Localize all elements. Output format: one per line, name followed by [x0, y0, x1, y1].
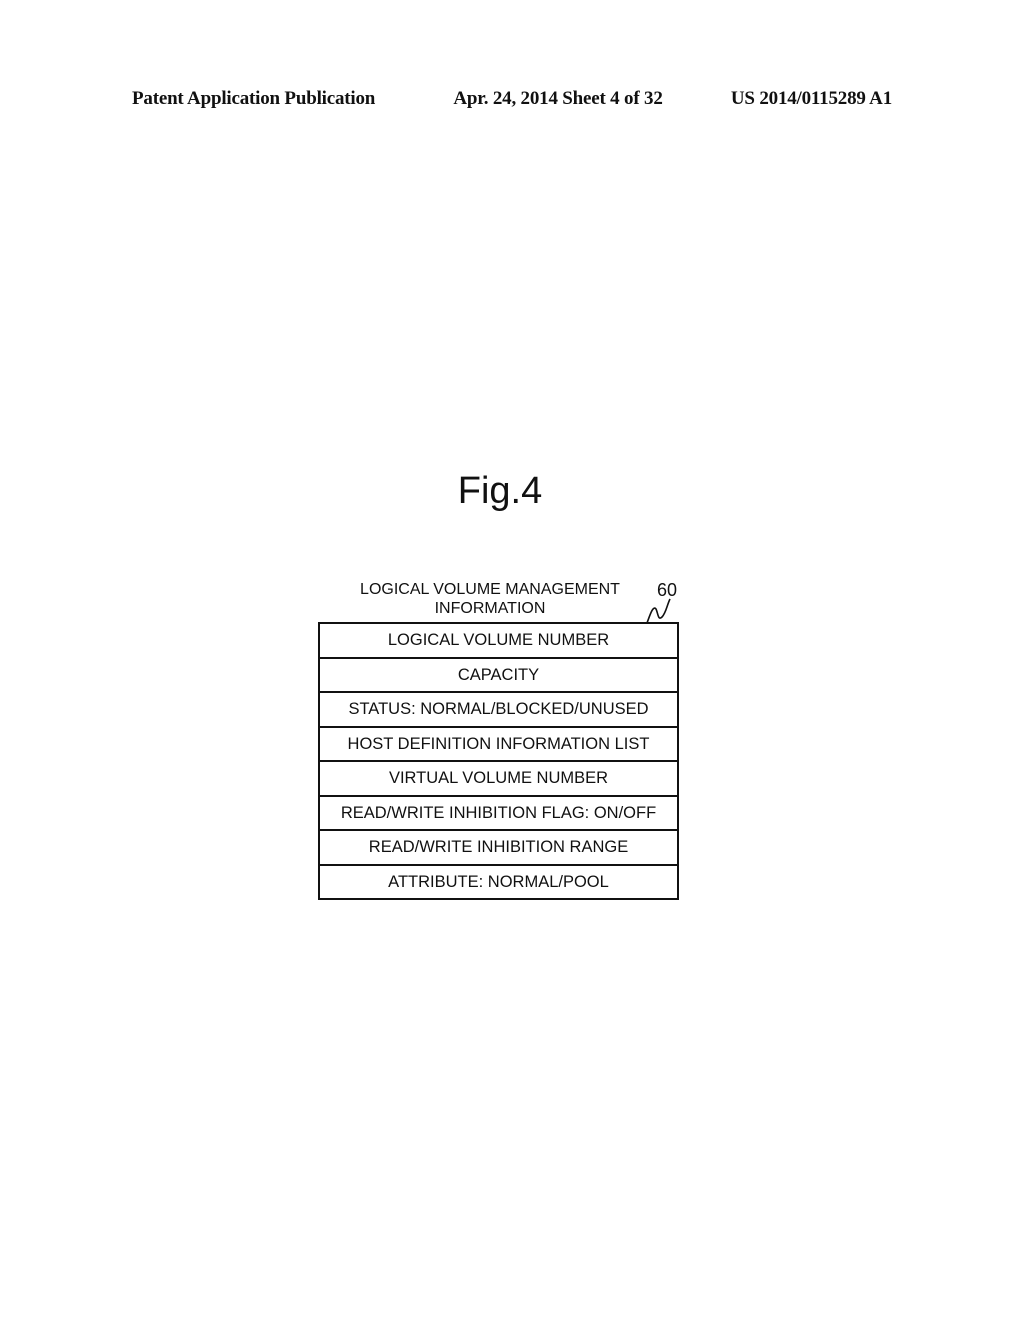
- publication-label: Patent Application Publication: [132, 88, 376, 109]
- table-row: READ/WRITE INHIBITION RANGE: [320, 831, 677, 866]
- table-row: CAPACITY: [320, 659, 677, 693]
- table-row: ATTRIBUTE: NORMAL/POOL: [388, 872, 609, 891]
- table-caption: LOGICAL VOLUME MANAGEMENT INFORMATION: [330, 580, 650, 618]
- table-row: LOGICAL VOLUME NUMBER: [320, 624, 677, 659]
- page-header: Patent Application Publication Apr. 24, …: [132, 88, 892, 118]
- table-row: STATUS: NORMAL/BLOCKED/UNUSED: [320, 693, 677, 728]
- logical-volume-management-table: LOGICAL VOLUME NUMBER CAPACITY STATUS: N…: [318, 622, 679, 900]
- table-row: HOST DEFINITION INFORMATION LIST: [320, 728, 677, 762]
- figure-title: Fig.4: [457, 470, 543, 512]
- reference-leader-squiggle-icon: [646, 598, 671, 624]
- table-row: READ/WRITE INHIBITION FLAG: ON/OFF: [320, 797, 677, 831]
- caption-line-2: INFORMATION: [434, 600, 546, 617]
- date-sheet-label: Apr. 24, 2014 Sheet 4 of 32: [453, 88, 663, 109]
- caption-line-1: LOGICAL VOLUME MANAGEMENT: [360, 581, 620, 598]
- patent-number: US 2014/0115289 A1: [730, 88, 892, 109]
- table-row: VIRTUAL VOLUME NUMBER: [320, 762, 677, 797]
